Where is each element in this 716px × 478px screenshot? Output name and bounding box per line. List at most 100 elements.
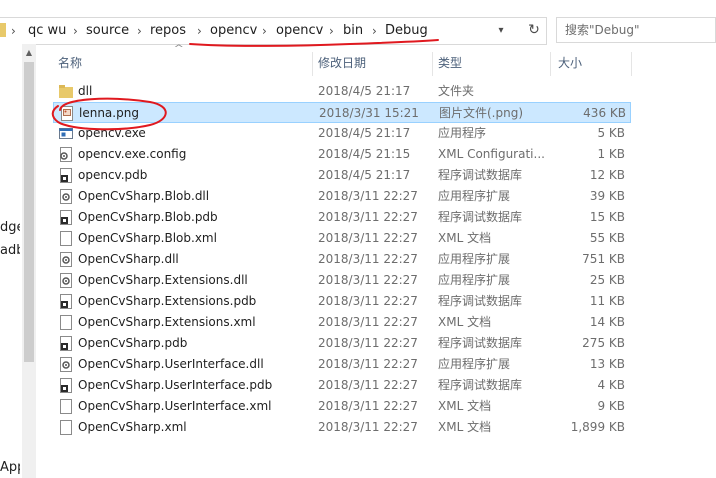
file-size: 275 KB [582,336,625,350]
file-size: 39 KB [589,189,625,203]
address-bar[interactable]: › qc wu › source › repos › opencv › open… [0,17,547,45]
file-size: 15 KB [589,210,625,224]
pdb-file-icon [59,336,73,351]
column-divider[interactable] [432,52,433,76]
folder-icon [0,23,6,37]
nav-item-fragment[interactable]: adb [0,243,20,258]
file-row[interactable]: OpenCvSharp.Blob.pdb 2018/3/11 22:27 程序调试数… [53,207,631,228]
file-name: OpenCvSharp.dll [78,252,179,266]
file-type: XML 文档 [438,420,492,434]
file-size: 12 KB [589,168,625,182]
chevron-down-icon[interactable]: ▾ [492,21,510,41]
column-header-size[interactable]: 大小 [558,52,628,74]
chevron-right-icon: › [197,24,202,38]
scrollbar-thumb[interactable] [24,62,34,362]
file-row[interactable]: OpenCvSharp.xml 2018/3/11 22:27 XML 文档 1,89… [53,417,631,438]
breadcrumb-item[interactable]: opencv [210,22,257,40]
file-modified-date: 2018/3/11 22:27 [318,252,418,266]
file-row[interactable]: opencv.pdb 2018/4/5 21:17 程序调试数据库 12 KB [53,165,631,186]
file-type: XML Configurati... [438,147,545,161]
file-type: XML 文档 [438,231,492,245]
file-size: 9 KB [597,399,625,413]
pdb-file-icon [59,168,73,183]
file-modified-date: 2018/4/5 21:17 [318,84,411,98]
search-input[interactable] [565,21,715,39]
file-modified-date: 2018/3/11 22:27 [318,231,418,245]
dll-file-icon [59,252,73,267]
file-modified-date: 2018/3/11 22:27 [318,315,418,329]
file-size: 751 KB [582,252,625,266]
file-name: opencv.pdb [78,168,148,182]
file-name: opencv.exe [78,126,146,140]
file-name: OpenCvSharp.Extensions.dll [78,273,248,287]
file-type: 程序调试数据库 [438,336,523,350]
chevron-right-icon: › [372,24,377,38]
pdb-file-icon [59,210,73,225]
navigation-scrollbar[interactable]: ▲ [22,44,36,478]
breadcrumb-item[interactable]: qc wu [28,22,66,40]
file-row[interactable]: OpenCvSharp.Extensions.pdb 2018/3/11 22:2… [53,291,631,312]
search-box[interactable] [556,17,716,43]
file-type: XML 文档 [438,399,492,413]
pdb-file-icon [59,378,73,393]
file-modified-date: 2018/3/11 22:27 [318,189,418,203]
nav-item-fragment[interactable]: App [0,460,20,475]
file-size: 436 KB [583,106,626,120]
file-row[interactable]: lenna.png 2018/3/31 15:21 图片文件(.png) 436 KB [53,102,631,123]
column-divider[interactable] [631,52,632,76]
file-size: 4 KB [597,378,625,392]
file-name: opencv.exe.config [78,147,187,161]
file-name: OpenCvSharp.Blob.pdb [78,210,218,224]
file-name: OpenCvSharp.UserInterface.xml [78,399,272,413]
column-header-date[interactable]: 修改日期 [318,52,428,74]
file-name: OpenCvSharp.UserInterface.pdb [78,378,273,392]
config-file-icon [59,147,73,162]
breadcrumb-item[interactable]: source [86,22,129,40]
column-divider[interactable] [312,52,313,76]
breadcrumb-item[interactable]: Debug [385,22,428,40]
file-row[interactable]: opencv.exe 2018/4/5 21:17 应用程序 5 KB [53,123,631,144]
file-size: 13 KB [589,357,625,371]
dll-file-icon [59,189,73,204]
breadcrumb-item[interactable]: repos [150,22,186,40]
file-row[interactable]: OpenCvSharp.pdb 2018/3/11 22:27 程序调试数据库 275… [53,333,631,354]
chevron-right-icon: › [262,24,267,38]
breadcrumb-item[interactable]: bin [343,22,363,40]
file-type: 应用程序 [438,126,487,140]
file-row[interactable]: opencv.exe.config 2018/4/5 21:15 XML Confi… [53,144,631,165]
file-row[interactable]: OpenCvSharp.Blob.dll 2018/3/11 22:27 应用程序扩… [53,186,631,207]
column-header-name[interactable]: 名称 [58,52,308,74]
xml-file-icon [59,315,73,330]
chevron-right-icon: › [329,24,334,38]
file-row[interactable]: OpenCvSharp.UserInterface.pdb 2018/3/11 2… [53,375,631,396]
file-row[interactable]: OpenCvSharp.dll 2018/3/11 22:27 应用程序扩展 751 … [53,249,631,270]
file-row[interactable]: OpenCvSharp.UserInterface.dll 2018/3/11 2… [53,354,631,375]
exe-icon [59,126,73,141]
file-size: 25 KB [589,273,625,287]
file-size: 1,899 KB [570,420,625,434]
refresh-icon[interactable]: ↻ [524,20,544,40]
breadcrumb-item[interactable]: opencv [276,22,323,40]
file-row[interactable]: OpenCvSharp.Blob.xml 2018/3/11 22:27 XML 文… [53,228,631,249]
dll-file-icon [59,273,73,288]
xml-file-icon [59,420,73,435]
file-type: 应用程序扩展 [438,357,511,371]
file-row[interactable]: dll 2018/4/5 21:17 文件夹 [53,81,631,102]
file-row[interactable]: OpenCvSharp.Extensions.dll 2018/3/11 22:2… [53,270,631,291]
file-row[interactable]: OpenCvSharp.UserInterface.xml 2018/3/11 2… [53,396,631,417]
nav-item-fragment[interactable]: dge [0,220,20,235]
file-modified-date: 2018/3/11 22:27 [318,357,418,371]
file-name: OpenCvSharp.Blob.xml [78,231,217,245]
file-size: 11 KB [589,294,625,308]
column-header-type[interactable]: 类型 [438,52,548,74]
file-type: 应用程序扩展 [438,273,511,287]
file-row[interactable]: OpenCvSharp.Extensions.xml 2018/3/11 22:2… [53,312,631,333]
file-name: OpenCvSharp.Extensions.pdb [78,294,257,308]
scroll-up-arrow-icon[interactable]: ▲ [22,48,36,57]
file-modified-date: 2018/3/11 22:27 [318,399,418,413]
image-file-icon [60,106,74,121]
file-type: 应用程序扩展 [438,252,511,266]
file-modified-date: 2018/4/5 21:15 [318,147,411,161]
file-size: 55 KB [589,231,625,245]
column-divider[interactable] [550,52,551,76]
